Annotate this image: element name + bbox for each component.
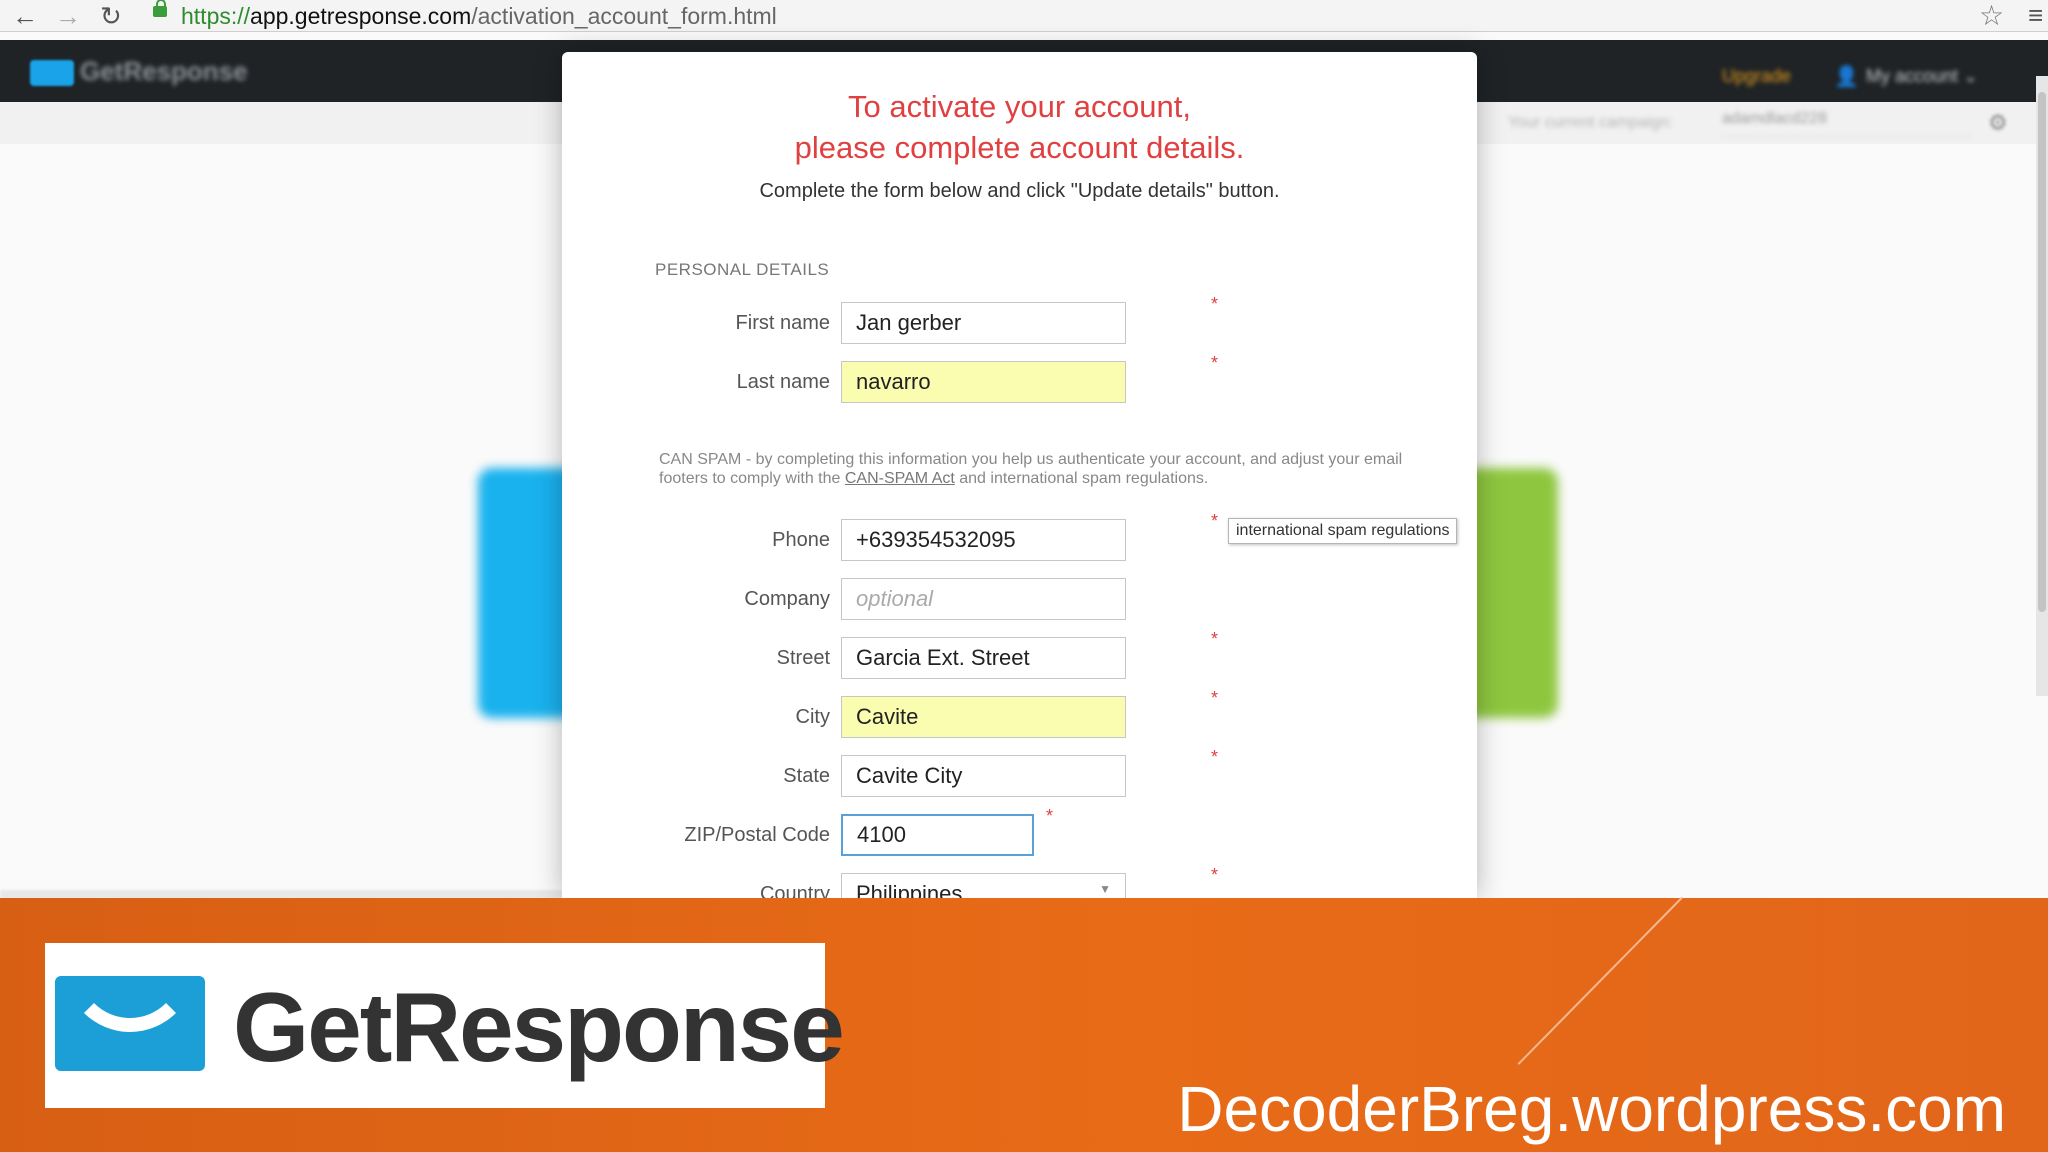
campaign-select[interactable]: adamdlacd228	[1722, 110, 1972, 137]
chevron-down-icon: ▼	[1099, 882, 1111, 896]
modal-title-line2: please complete account details.	[794, 130, 1245, 165]
first-name-row: First name *	[562, 294, 1477, 344]
street-label: Street	[776, 647, 830, 669]
required-marker: *	[1211, 353, 1219, 373]
scrollbar-thumb[interactable]	[2038, 92, 2046, 612]
lock-icon	[153, 0, 167, 17]
country-label: Country	[759, 883, 830, 898]
address-bar[interactable]: https://app.getresponse.com/activation_a…	[181, 2, 777, 30]
app-logo-icon[interactable]	[30, 60, 74, 86]
gear-icon[interactable]: ⚙	[1988, 110, 2008, 136]
app-logo-text[interactable]: GetResponse	[80, 56, 248, 87]
required-marker: *	[1211, 747, 1219, 767]
back-arrow-icon[interactable]: ←	[12, 2, 38, 30]
zip-input[interactable]	[841, 814, 1034, 856]
modal-title-line1: To activate your account,	[848, 89, 1191, 124]
envelope-logo-icon	[55, 976, 205, 1071]
modal-title: To activate your account, please complet…	[562, 86, 1477, 168]
company-input[interactable]	[841, 578, 1126, 620]
phone-input[interactable]	[841, 519, 1126, 561]
upgrade-link[interactable]: Upgrade	[1722, 66, 1791, 87]
required-marker: *	[1211, 688, 1219, 708]
can-spam-act-link[interactable]: CAN-SPAM Act	[845, 470, 955, 487]
section-title-personal-details: PERSONAL DETAILS	[655, 260, 830, 279]
required-marker: *	[1211, 629, 1219, 649]
state-label: State	[783, 765, 830, 787]
getresponse-logo-text: GetResponse	[233, 972, 845, 1082]
spam-note-text-end: and international spam regulations.	[954, 470, 1209, 487]
modal-subtitle: Complete the form below and click "Updat…	[759, 180, 1280, 202]
reload-icon[interactable]: ↻	[100, 2, 122, 30]
city-input[interactable]	[841, 696, 1126, 738]
browser-menu-icon[interactable]: ≡	[2028, 0, 2043, 31]
first-name-label: First name	[735, 312, 830, 334]
country-select[interactable]: Philippines ▼	[841, 873, 1126, 898]
forward-arrow-icon[interactable]: →	[55, 2, 81, 30]
required-marker: *	[1211, 294, 1219, 314]
url-host: app.getresponse.com	[250, 3, 472, 29]
required-marker: *	[1211, 511, 1219, 531]
required-marker: *	[1211, 865, 1219, 885]
country-row: Country Philippines ▼ *	[562, 865, 1477, 898]
last-name-input[interactable]	[841, 361, 1126, 403]
street-row: Street *	[562, 629, 1477, 679]
state-input[interactable]	[841, 755, 1126, 797]
last-name-label: Last name	[736, 371, 830, 393]
user-icon: 👤	[1834, 66, 1859, 88]
street-input[interactable]	[841, 637, 1126, 679]
activation-modal: To activate your account, please complet…	[562, 52, 1477, 898]
spam-tooltip: international spam regulations	[1228, 518, 1458, 544]
zip-row: ZIP/Postal Code *	[562, 806, 1477, 856]
state-row: State *	[562, 747, 1477, 797]
required-marker: *	[1046, 806, 1054, 826]
zip-label: ZIP/Postal Code	[684, 824, 830, 846]
campaign-label: Your current campaign:	[1508, 114, 1673, 131]
phone-label: Phone	[772, 529, 830, 551]
country-selected-value: Philippines	[856, 881, 963, 898]
company-row: Company	[562, 578, 1477, 620]
can-spam-note: CAN SPAM - by completing this informatio…	[659, 450, 1439, 488]
company-label: Company	[744, 588, 830, 610]
city-label: City	[795, 706, 830, 728]
url-scheme: https://	[181, 3, 251, 29]
my-account-menu[interactable]: My account ⌄	[1866, 66, 1978, 87]
bookmark-star-icon[interactable]: ☆	[1979, 0, 2004, 32]
url-path: /activation_account_form.html	[471, 3, 777, 29]
first-name-input[interactable]	[841, 302, 1126, 344]
browser-toolbar: ← → ↻ https://app.getresponse.com/activa…	[0, 0, 2048, 32]
last-name-row: Last name *	[562, 353, 1477, 403]
getresponse-logo-card: GetResponse	[45, 943, 845, 1108]
site-url-caption: DecoderBreg.wordpress.com	[1177, 1073, 2006, 1145]
city-row: City *	[562, 688, 1477, 738]
